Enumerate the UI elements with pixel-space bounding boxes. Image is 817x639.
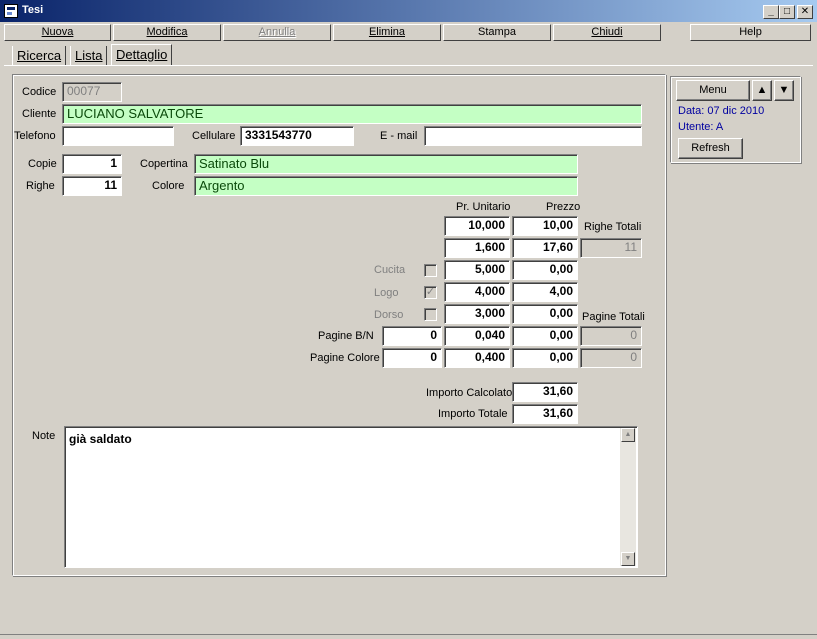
codice-field[interactable]: 00077 bbox=[62, 82, 122, 102]
pagine-colore-qty-field[interactable]: 0 bbox=[382, 348, 442, 368]
row2-price-field[interactable]: 17,60 bbox=[512, 238, 578, 258]
copertina-field[interactable]: Satinato Blu bbox=[194, 154, 578, 174]
check-icon: ✓ bbox=[425, 286, 436, 298]
row2-unit-field[interactable]: 1,600 bbox=[444, 238, 510, 258]
importo-calcolato-field[interactable]: 31,60 bbox=[512, 382, 578, 402]
righe-totali-label: Righe Totali bbox=[584, 221, 642, 233]
cucita-unit-field[interactable]: 5,000 bbox=[444, 260, 510, 280]
righe-totali-field[interactable]: 11 bbox=[580, 238, 642, 258]
pagine-colore-price-field[interactable]: 0,00 bbox=[512, 348, 578, 368]
tab-dettaglio[interactable]: Dettaglio bbox=[111, 44, 173, 66]
importo-totale-field[interactable]: 31,60 bbox=[512, 404, 578, 424]
pagine-totali-label: Pagine Totali bbox=[582, 311, 645, 323]
telefono-field[interactable] bbox=[62, 126, 174, 146]
window-title: Tesi bbox=[22, 4, 44, 16]
tab-lista[interactable]: Lista bbox=[70, 46, 108, 66]
maximize-button[interactable]: □ bbox=[779, 5, 795, 19]
scroll-up-icon[interactable]: ▲ bbox=[621, 428, 635, 442]
colore-label: Colore bbox=[152, 180, 185, 192]
status-bar bbox=[0, 634, 817, 639]
tab-ricerca[interactable]: Ricerca bbox=[12, 46, 67, 66]
pagine-bn-unit-field[interactable]: 0,040 bbox=[444, 326, 510, 346]
cellulare-label: Cellulare bbox=[192, 130, 236, 142]
user-label: Utente: A bbox=[678, 121, 724, 133]
arrow-down-icon[interactable]: ▼ bbox=[774, 80, 794, 101]
dorso-label: Dorso bbox=[374, 309, 404, 321]
note-scrollbar[interactable] bbox=[620, 428, 636, 566]
logo-unit-field[interactable]: 4,000 bbox=[444, 282, 510, 302]
pagine-colore-total-field[interactable]: 0 bbox=[580, 348, 642, 368]
note-textarea[interactable]: già saldato bbox=[64, 426, 638, 568]
dorso-checkbox[interactable] bbox=[424, 308, 437, 321]
scroll-down-icon[interactable]: ▼ bbox=[621, 552, 635, 566]
pagine-bn-total-field[interactable]: 0 bbox=[580, 326, 642, 346]
importo-totale-label: Importo Totale bbox=[438, 408, 508, 420]
annulla-button[interactable]: Annulla bbox=[223, 24, 331, 41]
elimina-button[interactable]: Elimina bbox=[333, 24, 441, 41]
refresh-button[interactable]: Refresh bbox=[678, 138, 743, 159]
chiudi-button[interactable]: Chiudi bbox=[553, 24, 661, 41]
app-icon bbox=[4, 4, 18, 18]
pagine-colore-unit-field[interactable]: 0,400 bbox=[444, 348, 510, 368]
telefono-label: Telefono bbox=[14, 130, 56, 142]
logo-checkbox[interactable]: ✓ bbox=[424, 286, 437, 299]
copie-field[interactable]: 1 bbox=[62, 154, 122, 174]
arrow-up-icon[interactable]: ▲ bbox=[752, 80, 772, 101]
cliente-label: Cliente bbox=[22, 108, 57, 120]
logo-price-field[interactable]: 4,00 bbox=[512, 282, 578, 302]
cliente-field[interactable]: LUCIANO SALVATORE bbox=[62, 104, 642, 124]
pagine-bn-label: Pagine B/N bbox=[318, 330, 374, 342]
note-text: già saldato bbox=[69, 432, 132, 446]
date-label: Data: 07 dic 2010 bbox=[678, 105, 765, 117]
cellulare-field[interactable]: 3331543770 bbox=[240, 126, 354, 146]
codice-label: Codice bbox=[22, 86, 57, 98]
title-bar: Tesi _ □ ✕ bbox=[0, 0, 817, 22]
dorso-unit-field[interactable]: 3,000 bbox=[444, 304, 510, 324]
menu-button[interactable]: Menu bbox=[676, 80, 750, 101]
logo-label: Logo bbox=[374, 287, 399, 299]
minimize-button[interactable]: _ bbox=[763, 5, 779, 19]
note-label: Note bbox=[32, 430, 56, 442]
modifica-button[interactable]: Modifica bbox=[113, 24, 221, 41]
pagine-bn-qty-field[interactable]: 0 bbox=[382, 326, 442, 346]
cucita-checkbox[interactable] bbox=[424, 264, 437, 277]
email-label: E - mail bbox=[380, 130, 418, 142]
row1-unit-field[interactable]: 10,000 bbox=[444, 216, 510, 236]
pagine-bn-price-field[interactable]: 0,00 bbox=[512, 326, 578, 346]
help-button[interactable]: Help bbox=[690, 24, 811, 41]
email-field[interactable] bbox=[424, 126, 642, 146]
close-button[interactable]: ✕ bbox=[797, 5, 813, 19]
righe-label: Righe bbox=[26, 180, 55, 192]
row1-price-field[interactable]: 10,00 bbox=[512, 216, 578, 236]
unit-price-header: Pr. Unitario bbox=[456, 201, 511, 213]
copie-label: Copie bbox=[28, 158, 57, 170]
righe-field[interactable]: 11 bbox=[62, 176, 122, 196]
importo-calcolato-label: Importo Calcolato bbox=[426, 387, 513, 399]
stampa-button[interactable]: Stampa bbox=[443, 24, 551, 41]
nuova-button[interactable]: Nuova bbox=[4, 24, 111, 41]
cucita-price-field[interactable]: 0,00 bbox=[512, 260, 578, 280]
colore-field[interactable]: Argento bbox=[194, 176, 578, 196]
price-header: Prezzo bbox=[546, 201, 581, 213]
tab-divider bbox=[4, 65, 813, 66]
pagine-colore-label: Pagine Colore bbox=[310, 352, 380, 364]
copertina-label: Copertina bbox=[140, 158, 188, 170]
dorso-price-field[interactable]: 0,00 bbox=[512, 304, 578, 324]
cucita-label: Cucita bbox=[374, 264, 406, 276]
